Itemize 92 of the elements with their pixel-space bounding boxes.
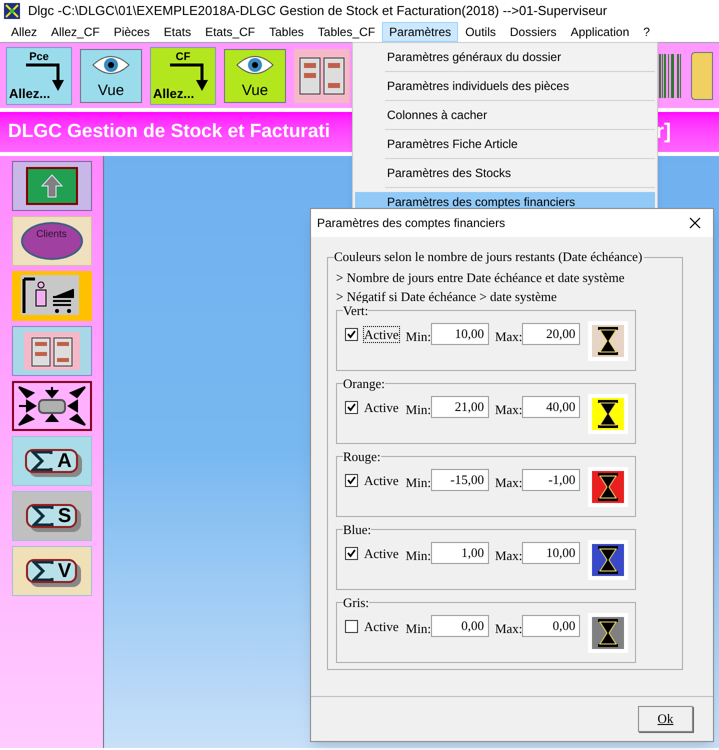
checkbox-label: Active xyxy=(363,326,400,343)
menu-item[interactable]: ? xyxy=(636,22,657,42)
converging-arrows-icon xyxy=(16,385,86,427)
max-label: Max: xyxy=(494,401,522,419)
checkbox[interactable] xyxy=(345,547,358,560)
button-caption: CF xyxy=(176,52,190,62)
checkbox[interactable] xyxy=(345,401,358,414)
sigma-button[interactable]: S xyxy=(12,491,92,541)
menu-item[interactable]: Tables_CF xyxy=(310,22,382,42)
color-group-label: Blue: xyxy=(343,522,372,537)
dropdown-item[interactable]: Paramètres généraux du dossier xyxy=(355,47,655,67)
note-text: > Négatif si Date échéance > date système xyxy=(336,288,558,306)
menu-item[interactable]: Allez xyxy=(4,22,44,42)
sigma-icon xyxy=(31,451,54,471)
max-label: Max: xyxy=(494,547,522,565)
max-field[interactable]: 10,00 xyxy=(522,542,580,564)
button-label: Vue xyxy=(98,82,124,98)
max-label: Max: xyxy=(494,620,522,638)
ok-button[interactable]: Ok xyxy=(638,706,693,732)
group-legend: Couleurs selon le nombre de jours restants (Date échéance) xyxy=(334,249,644,265)
view-button[interactable]: Vue xyxy=(80,48,142,102)
dropdown-item[interactable]: Paramètres Fiche Article xyxy=(355,134,655,154)
clients-label: Clients xyxy=(20,222,82,260)
app-icon xyxy=(4,3,20,19)
min-label: Min: xyxy=(406,401,431,419)
min-field[interactable]: 1,00 xyxy=(430,542,489,564)
min-field[interactable]: 10,00 xyxy=(430,323,489,345)
checkbox[interactable] xyxy=(345,474,358,487)
min-label: Min: xyxy=(406,328,431,346)
dropdown-item[interactable]: Paramètres des Stocks xyxy=(355,163,655,183)
calendar-button[interactable] xyxy=(691,52,713,100)
button-label: Vue xyxy=(242,82,268,98)
shelves-icon xyxy=(24,332,80,370)
color-group-label: Vert: xyxy=(343,303,368,318)
max-field[interactable]: -1,00 xyxy=(522,469,580,491)
eye-icon xyxy=(235,54,275,76)
menu-item[interactable]: Etats xyxy=(156,22,198,42)
max-label: Max: xyxy=(494,328,522,346)
min-label: Min: xyxy=(406,474,431,492)
min-field[interactable]: -15,00 xyxy=(430,469,489,491)
sigma-button[interactable]: A xyxy=(12,436,92,486)
barcode-icon[interactable] xyxy=(659,52,683,100)
shelves-icon xyxy=(299,56,345,94)
checkbox-label: Active xyxy=(363,472,400,489)
note-text: > Nombre de jours entre Date échéance et date système xyxy=(336,269,626,287)
person-cart-button[interactable] xyxy=(12,271,92,321)
sigma-label: V xyxy=(58,561,72,581)
max-label: Max: xyxy=(494,474,522,492)
banner-title: DLGC Gestion de Stock et Facturati xyxy=(8,120,330,144)
menu-item[interactable]: Paramètres xyxy=(382,22,458,42)
menu-item[interactable]: Allez_CF xyxy=(44,22,107,42)
view-button[interactable]: Vue xyxy=(224,48,286,102)
menu-item[interactable]: Tables xyxy=(262,22,311,42)
min-field[interactable]: 0,00 xyxy=(430,615,489,637)
sigma-icon xyxy=(32,561,54,581)
eye-icon xyxy=(91,54,131,76)
checkbox-label: Active xyxy=(363,545,400,562)
max-field[interactable]: 40,00 xyxy=(522,396,580,418)
menu-item[interactable]: Etats_CF xyxy=(198,22,262,42)
color-group-label: Gris: xyxy=(343,595,369,610)
sigma-icon xyxy=(32,506,54,526)
window-title: Dlgc -C:\DLGC\01\EXEMPLE2018A-DLGC Gestion de Stock et Facturation(2018) -->01-Superviseur xyxy=(28,2,608,20)
goto-button[interactable]: CF Allez... xyxy=(150,46,216,104)
max-field[interactable]: 20,00 xyxy=(522,323,580,345)
checkbox-label: Active xyxy=(363,399,400,416)
menu-item[interactable]: Pièces xyxy=(106,22,157,42)
button-label: Allez... xyxy=(153,86,194,100)
min-label: Min: xyxy=(406,620,431,638)
checkbox[interactable] xyxy=(345,620,358,633)
sigma-label: A xyxy=(57,451,72,471)
sigma-label: S xyxy=(58,506,72,526)
menu-item[interactable]: Outils xyxy=(458,22,503,42)
shelves-button[interactable] xyxy=(294,48,350,102)
min-field[interactable]: 21,00 xyxy=(430,396,489,418)
min-label: Min: xyxy=(406,547,431,565)
dropdown-item[interactable]: Colonnes à cacher xyxy=(355,105,655,125)
dialog-title: Paramètres des comptes financiers xyxy=(317,215,506,232)
sigma-button[interactable]: V xyxy=(12,546,92,596)
close-icon xyxy=(689,217,701,229)
button-caption: Pce xyxy=(29,52,49,62)
goto-button[interactable]: Pce Allez... xyxy=(6,46,72,104)
menu-item[interactable]: Dossiers xyxy=(502,22,564,42)
shelves-button[interactable] xyxy=(12,326,92,376)
dropdown-item[interactable]: Paramètres individuels des pièces xyxy=(355,76,655,96)
menu-item[interactable]: Application xyxy=(564,22,636,42)
max-field[interactable]: 0,00 xyxy=(522,615,580,637)
checkbox[interactable] xyxy=(345,328,358,341)
color-group-label: Orange: xyxy=(343,376,385,391)
checkbox-label: Active xyxy=(363,618,400,635)
up-arrow-button[interactable] xyxy=(12,161,92,211)
arrows-button[interactable] xyxy=(12,381,92,431)
button-label: Allez... xyxy=(9,86,50,100)
